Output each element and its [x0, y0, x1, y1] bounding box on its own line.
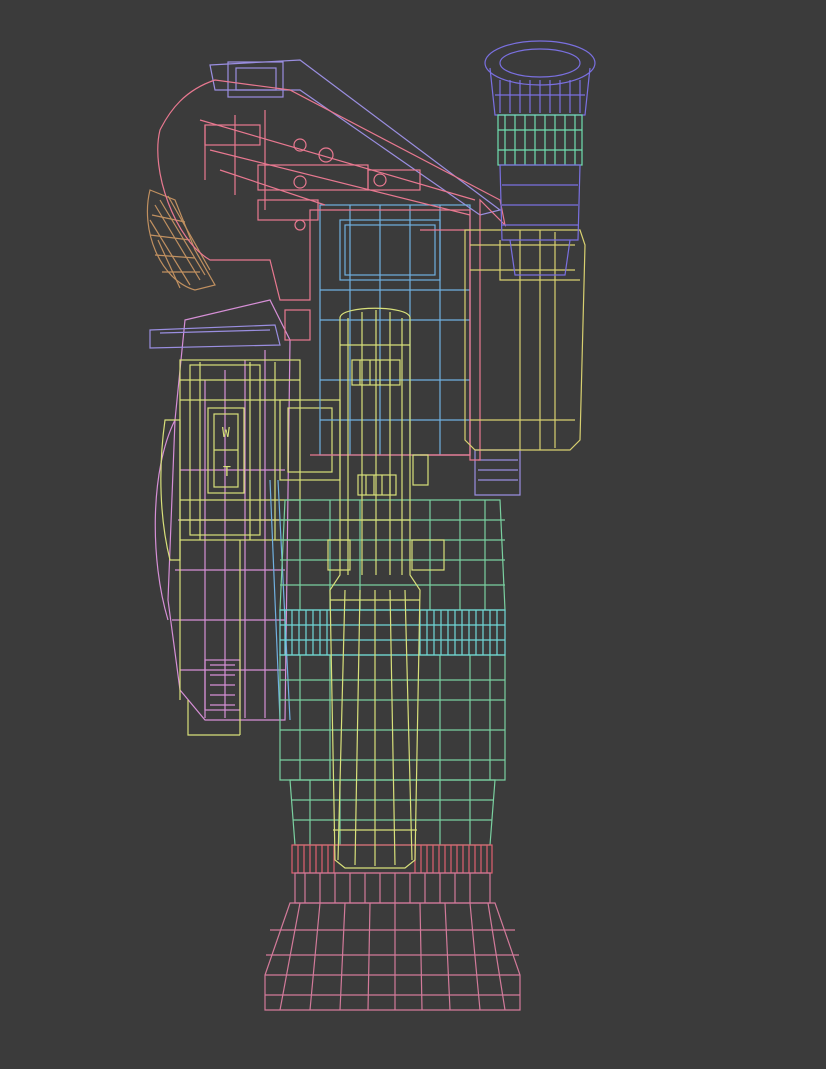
camcorder-wireframe: W T — [0, 0, 826, 1065]
zoom-tele-label: T — [223, 465, 231, 480]
zoom-wide-label: W — [222, 426, 230, 441]
viewport-background — [0, 0, 826, 1065]
wireframe-viewport: W T — [0, 0, 826, 1065]
